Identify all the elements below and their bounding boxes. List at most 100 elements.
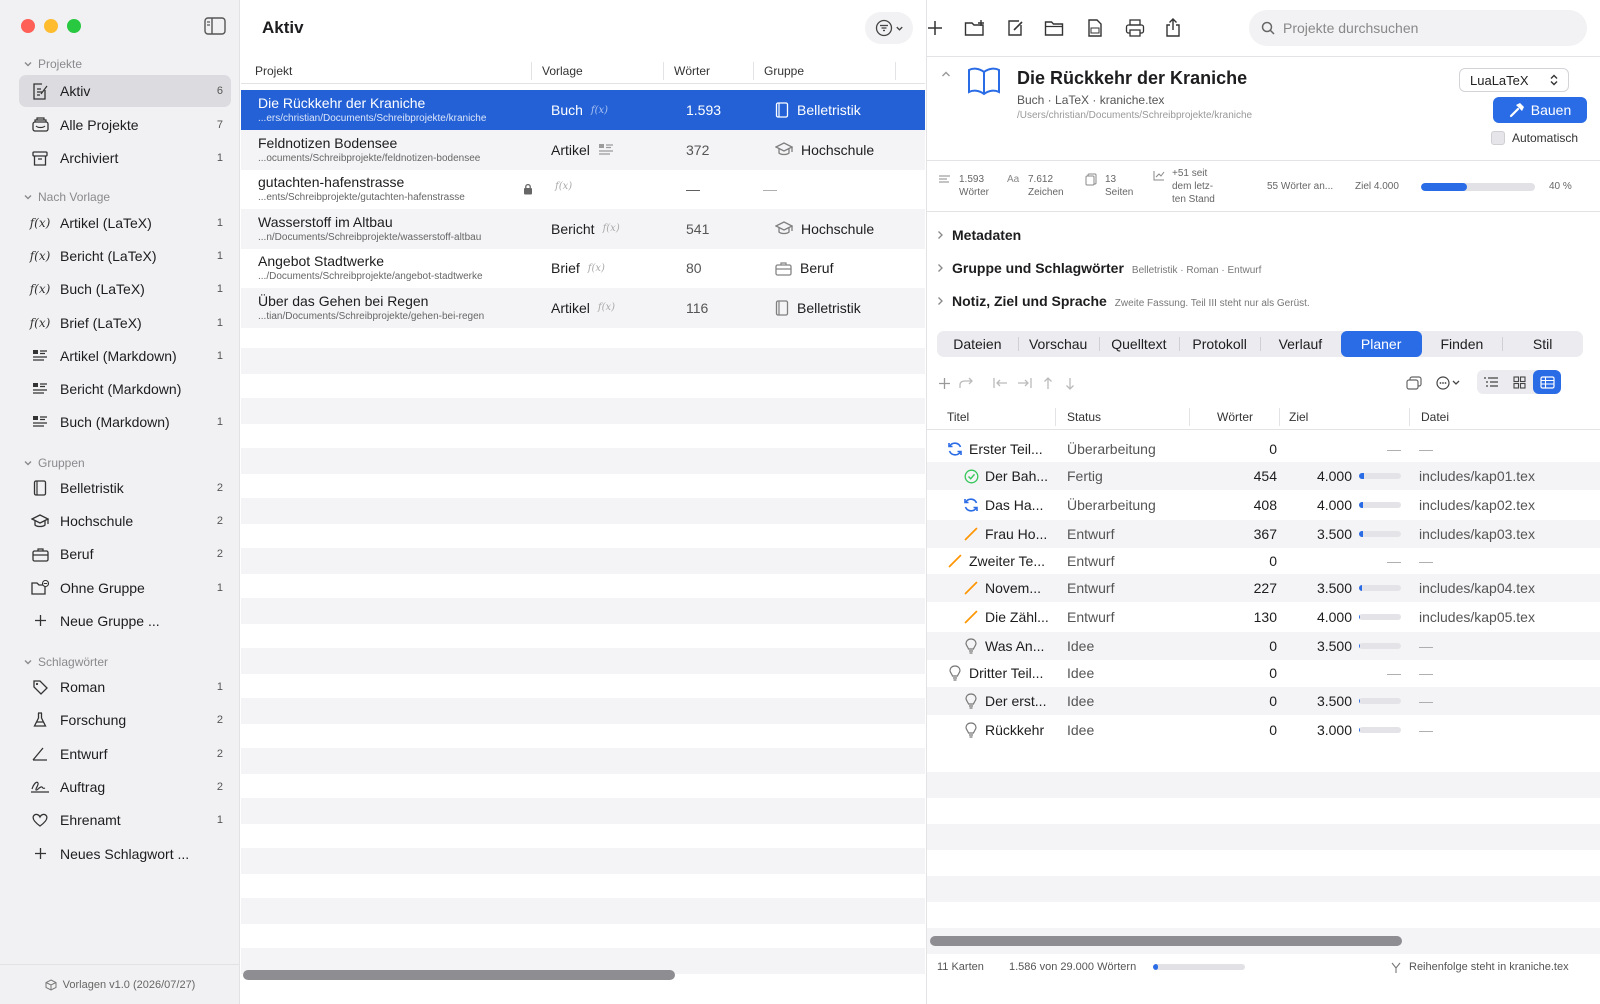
sidebar-item-artikel-markdown[interactable]: Artikel (Markdown) 1 (19, 340, 231, 372)
sidebar-item-auftrag[interactable]: Auftrag 2 (19, 771, 231, 803)
disclosure-groups-tags[interactable]: Gruppe und Schlagwörter Belletristik · Ro… (937, 260, 1261, 276)
tab-protokoll[interactable]: Protokoll (1179, 331, 1260, 357)
planner-row[interactable]: Der Bah... Fertig 454 4.000 includes/kap01.t… (927, 462, 1600, 490)
sidebar-item-belletristik[interactable]: Belletristik 2 (19, 472, 231, 504)
planner-column-words[interactable]: Wörter (1217, 410, 1253, 424)
planner-row[interactable]: Die Zähl... Entwurf 130 4.000 includes/kap05… (927, 603, 1600, 631)
planner-goal-empty: — (1387, 665, 1401, 681)
planner-column-goal[interactable]: Ziel (1289, 410, 1308, 424)
print-button[interactable] (1123, 16, 1147, 40)
section-projects[interactable]: Projekte (23, 57, 82, 71)
build-button[interactable]: Bauen (1493, 97, 1587, 123)
sidebar-item-aktiv[interactable]: Aktiv 6 (19, 75, 231, 107)
planner-add-button[interactable] (935, 374, 953, 392)
column-header-group[interactable]: Gruppe (764, 64, 804, 78)
project-row[interactable]: Die Rückkehr der Kraniche ...ers/christia… (241, 90, 925, 130)
tab-verlauf[interactable]: Verlauf (1260, 331, 1341, 357)
briefcase-icon (31, 547, 49, 562)
planner-column-title[interactable]: Titel (947, 410, 969, 424)
search-input[interactable] (1283, 20, 1563, 36)
view-table-button[interactable] (1533, 370, 1561, 394)
disclosure-metadata[interactable]: Metadaten (937, 227, 1029, 243)
filter-button[interactable] (865, 12, 913, 44)
minimize-window-button[interactable] (44, 19, 58, 33)
sidebar-item-label: Entwurf (60, 745, 108, 762)
planner-row[interactable]: Frau Ho... Entwurf 367 3.500 includes/kap03.… (927, 520, 1600, 548)
planner-move-up-button[interactable] (1039, 374, 1057, 392)
tab-vorschau[interactable]: Vorschau (1017, 331, 1099, 357)
add-project-button[interactable] (923, 16, 947, 40)
view-list-button[interactable] (1477, 370, 1505, 394)
section-groups[interactable]: Gruppen (23, 456, 85, 470)
sidebar-item-neue-gruppe[interactable]: Neue Gruppe ... (19, 605, 231, 637)
planner-row[interactable]: Was An... Idee 0 3.500 — (927, 632, 1600, 660)
planner-row[interactable]: Novem... Entwurf 227 3.500 includes/kap04.te… (927, 574, 1600, 602)
section-tags[interactable]: Schlagwörter (23, 655, 108, 669)
document-title: Die Rückkehr der Kraniche (1017, 68, 1248, 88)
sidebar-toggle-icon[interactable] (204, 17, 226, 35)
sidebar-item-archiviert[interactable]: Archiviert 1 (19, 142, 231, 174)
sidebar-item-bericht-markdown[interactable]: Bericht (Markdown) (19, 373, 231, 405)
close-window-button[interactable] (21, 19, 35, 33)
engine-select[interactable]: LuaLaTeX (1459, 68, 1569, 92)
planner-column-status[interactable]: Status (1067, 410, 1101, 424)
sidebar-item-beruf[interactable]: Beruf 2 (19, 538, 231, 570)
sidebar-item-forschung[interactable]: Forschung 2 (19, 704, 231, 736)
auto-build-checkbox[interactable]: Automatisch (1491, 131, 1578, 145)
project-row[interactable]: Über das Gehen bei Regen ...tian/Document… (241, 287, 925, 328)
section-templates[interactable]: Nach Vorlage (23, 190, 110, 204)
project-row[interactable]: Wasserstoff im Altbau ...n/Documents/Schr… (241, 208, 925, 249)
project-row[interactable]: Feldnotizen Bodensee ...ocuments/Schreibp… (241, 129, 925, 170)
sidebar-item-brief-latex[interactable]: f(x) Brief (LaTeX) 1 (19, 307, 231, 339)
planner-row[interactable]: Dritter Teil... Idee 0 — — (927, 659, 1600, 687)
share-button[interactable] (1161, 16, 1185, 40)
planner-row[interactable]: Das Ha... Überarbeitung 408 4.000 includes/k… (927, 491, 1600, 519)
collapse-header-icon[interactable] (941, 70, 951, 78)
project-name: Wasserstoff im Altbau (258, 213, 393, 230)
sidebar-item-hochschule[interactable]: Hochschule 2 (19, 505, 231, 537)
sidebar-item-ehrenamt[interactable]: Ehrenamt 1 (19, 804, 231, 836)
project-row[interactable]: Angebot Stadtwerke .../Documents/Schreibp… (241, 248, 925, 288)
sidebar-item-alle-projekte[interactable]: Alle Projekte 7 (19, 109, 231, 141)
project-row[interactable]: gutachten-hafenstrasse ...ents/Schreibpro… (241, 169, 925, 209)
sidebar-item-neues-schlagwort[interactable]: Neues Schlagwort ... (19, 838, 231, 870)
column-header-template[interactable]: Vorlage (542, 64, 583, 78)
sidebar-item-roman[interactable]: Roman 1 (19, 671, 231, 703)
planner-row[interactable]: Der erst... Idee 0 3.500 — (927, 687, 1600, 715)
open-folder-button[interactable] (1042, 16, 1066, 40)
planner-redo-button[interactable] (957, 374, 975, 392)
search-field[interactable] (1249, 10, 1587, 46)
planner-indent-button[interactable] (1015, 374, 1033, 392)
planner-horizontal-scrollbar[interactable] (930, 936, 1402, 946)
sidebar-item-entwurf[interactable]: Entwurf 2 (19, 738, 231, 770)
sidebar-item-artikel-latex[interactable]: f(x) Artikel (LaTeX) 1 (19, 207, 231, 239)
planner-duplicate-button[interactable] (1405, 374, 1423, 392)
column-header-project[interactable]: Projekt (255, 64, 292, 78)
project-list-pane: Aktiv Projekt Vorlage Wörter Gruppe Die … (241, 0, 925, 1004)
disclosure-note-goal-language[interactable]: Notiz, Ziel und Sprache Zweite Fassung. T… (937, 293, 1310, 309)
tab-stil[interactable]: Stil (1502, 331, 1583, 357)
tab-finden[interactable]: Finden (1422, 331, 1503, 357)
sidebar-item-buch-latex[interactable]: f(x) Buch (LaTeX) 1 (19, 273, 231, 305)
planner-row[interactable]: Zweiter Te... Entwurf 0 — — (927, 547, 1600, 575)
sidebar-item-bericht-latex[interactable]: f(x) Bericht (LaTeX) 1 (19, 240, 231, 272)
horizontal-scrollbar[interactable] (243, 970, 675, 980)
column-header-words[interactable]: Wörter (674, 64, 710, 78)
sidebar-item-buch-markdown[interactable]: Buch (Markdown) 1 (19, 406, 231, 438)
planner-row[interactable]: Erster Teil... Überarbeitung 0 — — (927, 435, 1600, 463)
pdf-button[interactable] (1083, 16, 1107, 40)
edit-button[interactable] (1003, 16, 1027, 40)
new-folder-button[interactable] (963, 16, 987, 40)
tab-planer[interactable]: Planer (1340, 331, 1422, 357)
checkbox-box[interactable] (1491, 131, 1505, 145)
zoom-window-button[interactable] (67, 19, 81, 33)
tab-quelltext[interactable]: Quelltext (1098, 331, 1180, 357)
planner-column-file[interactable]: Datei (1421, 410, 1449, 424)
planner-outdent-button[interactable] (991, 374, 1009, 392)
planner-more-button[interactable] (1435, 374, 1465, 392)
view-grid-button[interactable] (1505, 370, 1533, 394)
sidebar-item-ohne-gruppe[interactable]: Ohne Gruppe 1 (19, 572, 231, 604)
tab-dateien[interactable]: Dateien (937, 331, 1018, 357)
planner-row[interactable]: Rückkehr Idee 0 3.000 — (927, 716, 1600, 744)
planner-move-down-button[interactable] (1061, 374, 1079, 392)
